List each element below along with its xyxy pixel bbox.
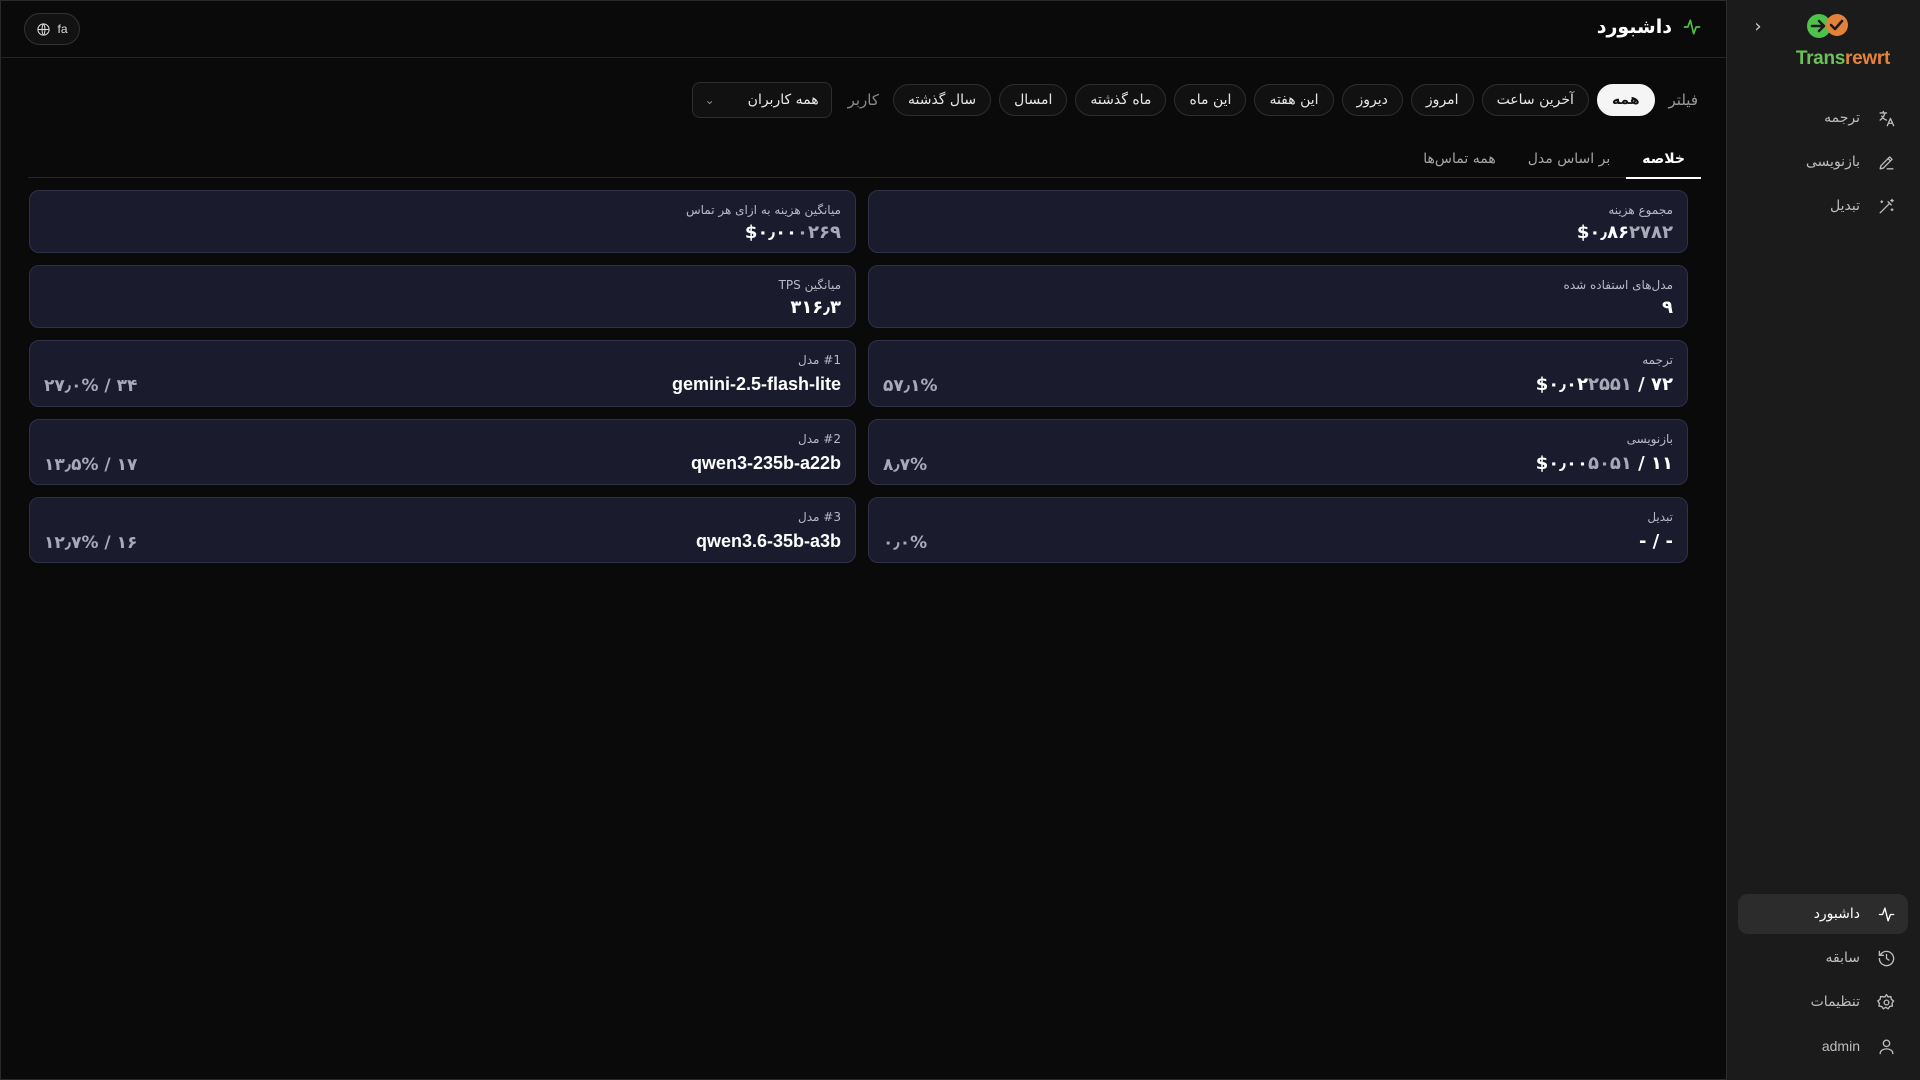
model-stat: ۱۶ / ۱۲٫۷%: [44, 533, 138, 553]
filter-chip-this-week[interactable]: این هفته: [1254, 84, 1334, 116]
sidebar-item-label: سابقه: [1825, 950, 1860, 966]
filter-chip-this-year[interactable]: امسال: [999, 84, 1068, 116]
avg-tps-card: میانگین TPS ۳۱۶٫۳: [29, 265, 856, 328]
sidebar-item-user[interactable]: admin: [1738, 1026, 1908, 1066]
filter-chip-last-hour[interactable]: آخرین ساعت: [1481, 84, 1589, 116]
app-logo[interactable]: Transrewrt: [1760, 12, 1890, 74]
filter-chip-yesterday[interactable]: دیروز: [1341, 84, 1403, 116]
filter-bar: فیلتر همه آخرین ساعت امروز دیروز این هفت…: [691, 82, 1698, 118]
card-label: #3 مدل: [798, 510, 841, 524]
card-value: ۷۲ / $۰٫۰۲۲۵۵۱: [1536, 374, 1673, 395]
pen-icon: [1876, 152, 1896, 172]
card-percent: ۵۷٫۱%: [883, 376, 938, 396]
filter-chip-this-month[interactable]: این ماه: [1174, 84, 1247, 116]
sidebar: › Transrewrt ترجمه بازنویسی تبدیل داشبور…: [1726, 0, 1920, 1080]
models-used-card: مدل‌های استفاده شده ۹: [868, 265, 1688, 328]
sidebar-item-settings[interactable]: تنظیمات: [1738, 982, 1908, 1022]
sidebar-nav-bottom: داشبورد سابقه تنظیمات admin: [1738, 894, 1908, 1070]
model-name: qwen3.6-35b-a3b: [695, 531, 841, 551]
tab-all-calls[interactable]: همه تماس‌ها: [1407, 140, 1511, 178]
model-name: qwen3-235b-a22b: [690, 453, 841, 473]
card-value: ۳۱۶٫۳: [790, 297, 841, 318]
sidebar-item-label: ترجمه: [1824, 110, 1860, 126]
card-label: میانگین هزینه به ازای هر تماس: [685, 203, 841, 217]
convert-card: تبدیل - / - ۰٫۰%: [868, 497, 1688, 563]
total-cost-card: مجموع هزینه $۰٫۸۶۲۷۸۲: [868, 190, 1688, 253]
user-select[interactable]: همه کاربران ⌄: [691, 82, 832, 118]
model-stat: ۱۷ / ۱۳٫۵%: [44, 455, 138, 475]
card-value: ۹: [1662, 297, 1673, 318]
model-name: gemini-2.5-flash-lite: [671, 374, 841, 394]
activity-icon: [1682, 17, 1702, 37]
logo-text: Transrewrt: [1796, 48, 1890, 70]
sidebar-item-label: داشبورد: [1813, 906, 1860, 922]
history-icon: [1876, 948, 1896, 968]
page-title: داشبورد: [1597, 16, 1702, 38]
top-model-2-card: #2 مدل qwen3-235b-a22b ۱۷ / ۱۳٫۵%: [29, 419, 856, 485]
filter-label: فیلتر: [1668, 91, 1698, 109]
sidebar-item-convert[interactable]: تبدیل: [1738, 186, 1908, 226]
language-label: fa: [57, 22, 68, 36]
sidebar-item-rewrite[interactable]: بازنویسی: [1738, 142, 1908, 182]
tab-summary[interactable]: خلاصه: [1626, 140, 1701, 179]
user-icon: [1876, 1036, 1896, 1056]
card-value: - / -: [1638, 531, 1673, 552]
sidebar-item-label: تبدیل: [1830, 198, 1860, 214]
card-value-muted: ۲۵۵۱: [1587, 374, 1632, 395]
magic-wand-icon: [1876, 196, 1896, 216]
filter-chip-last-year[interactable]: سال گذشته: [892, 84, 992, 116]
filter-chip-last-month[interactable]: ماه گذشته: [1075, 84, 1167, 116]
sidebar-item-dashboard[interactable]: داشبورد: [1738, 894, 1908, 934]
top-model-3-card: #3 مدل qwen3.6-35b-a3b ۱۶ / ۱۲٫۷%: [29, 497, 856, 563]
avg-cost-card: میانگین هزینه به ازای هر تماس $۰٫۰۰۰۲۶۹: [29, 190, 856, 253]
translate-card: ترجمه ۷۲ / $۰٫۰۲۲۵۵۱ ۵۷٫۱%: [868, 340, 1688, 407]
card-label: مدل‌های استفاده شده: [1563, 278, 1673, 292]
card-label: #1 مدل: [798, 353, 841, 367]
filter-chip-today[interactable]: امروز: [1410, 84, 1474, 116]
user-select-value: همه کاربران: [747, 92, 819, 108]
sidebar-item-label: تنظیمات: [1810, 994, 1860, 1010]
card-value: ۱۱ / $۰٫۰۰۵۰۵۱: [1536, 453, 1673, 474]
logo-text-part2: rewrt: [1845, 48, 1890, 69]
header: داشبورد fa: [0, 0, 1726, 58]
user-filter-label: کاربر: [847, 91, 879, 109]
card-value-muted: ۲۷۸۲: [1629, 222, 1673, 243]
card-label: تبدیل: [1647, 510, 1673, 524]
language-button[interactable]: fa: [24, 13, 80, 45]
card-label: ترجمه: [1642, 353, 1673, 367]
card-value: $۰٫۰۰۰۲۶۹: [745, 222, 841, 243]
chevron-down-icon: ⌄: [704, 93, 715, 107]
logo-icon: [1807, 14, 1848, 38]
logo-text-part1: Trans: [1795, 48, 1846, 69]
filter-chip-all[interactable]: همه: [1596, 84, 1655, 116]
activity-icon: [1876, 904, 1896, 924]
page-title-text: داشبورد: [1596, 16, 1672, 38]
tab-bar: خلاصه بر اساس مدل همه تماس‌ها: [28, 140, 1701, 179]
card-value-main: $۰٫۰۰: [744, 222, 798, 243]
card-value: $۰٫۸۶۲۷۸۲: [1577, 222, 1673, 243]
gear-icon: [1876, 992, 1896, 1012]
card-value-main: $۰٫۸۶: [1576, 222, 1630, 243]
card-label: بازنویسی: [1626, 432, 1673, 446]
globe-icon: [37, 22, 51, 36]
card-label: #2 مدل: [798, 432, 841, 446]
card-value-muted: ۰۲۶۹: [797, 222, 841, 243]
top-model-1-card: #1 مدل gemini-2.5-flash-lite ۳۴ / ۲۷٫۰%: [29, 340, 856, 407]
card-label: مجموع هزینه: [1608, 203, 1673, 217]
rewrite-card: بازنویسی ۱۱ / $۰٫۰۰۵۰۵۱ ۸٫۷%: [868, 419, 1688, 485]
sidebar-item-history[interactable]: سابقه: [1738, 938, 1908, 978]
card-label: میانگین TPS: [778, 278, 841, 292]
model-stat: ۳۴ / ۲۷٫۰%: [44, 376, 138, 396]
tab-by-model[interactable]: بر اساس مدل: [1512, 140, 1627, 178]
card-percent: ۸٫۷%: [883, 455, 928, 475]
sidebar-nav-top: ترجمه بازنویسی تبدیل: [1738, 98, 1908, 230]
card-value-muted: ۵۰۵۱: [1587, 453, 1632, 474]
card-percent: ۰٫۰%: [883, 533, 928, 553]
sidebar-item-label: admin: [1821, 1038, 1860, 1054]
sidebar-item-label: بازنویسی: [1805, 154, 1860, 170]
sidebar-item-translate[interactable]: ترجمه: [1738, 98, 1908, 138]
translate-icon: [1876, 108, 1896, 128]
